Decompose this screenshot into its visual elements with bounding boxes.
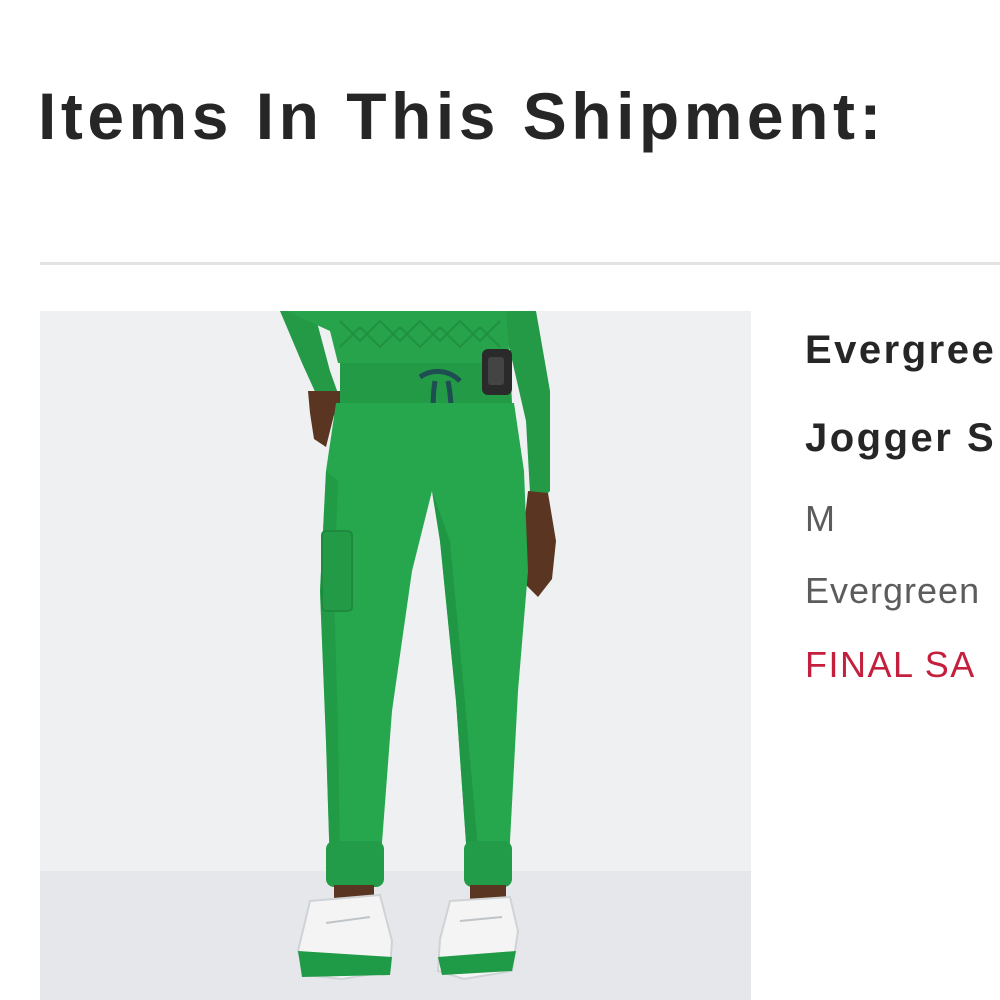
item-name-line-2[interactable]: Jogger S <box>805 416 996 461</box>
item-color: Evergreen <box>805 570 981 611</box>
product-image[interactable] <box>40 311 751 1000</box>
final-sale-badge: FINAL SA <box>805 644 976 685</box>
page-title: Items In This Shipment: <box>38 79 886 153</box>
item-details: Evergree Jogger S M Evergreen FINAL SA <box>805 0 1000 1000</box>
item-size: M <box>805 498 836 539</box>
shipment-page: Items In This Shipment: Evergree Jogger … <box>0 0 1000 1000</box>
item-name-line-1[interactable]: Evergree <box>805 328 996 373</box>
